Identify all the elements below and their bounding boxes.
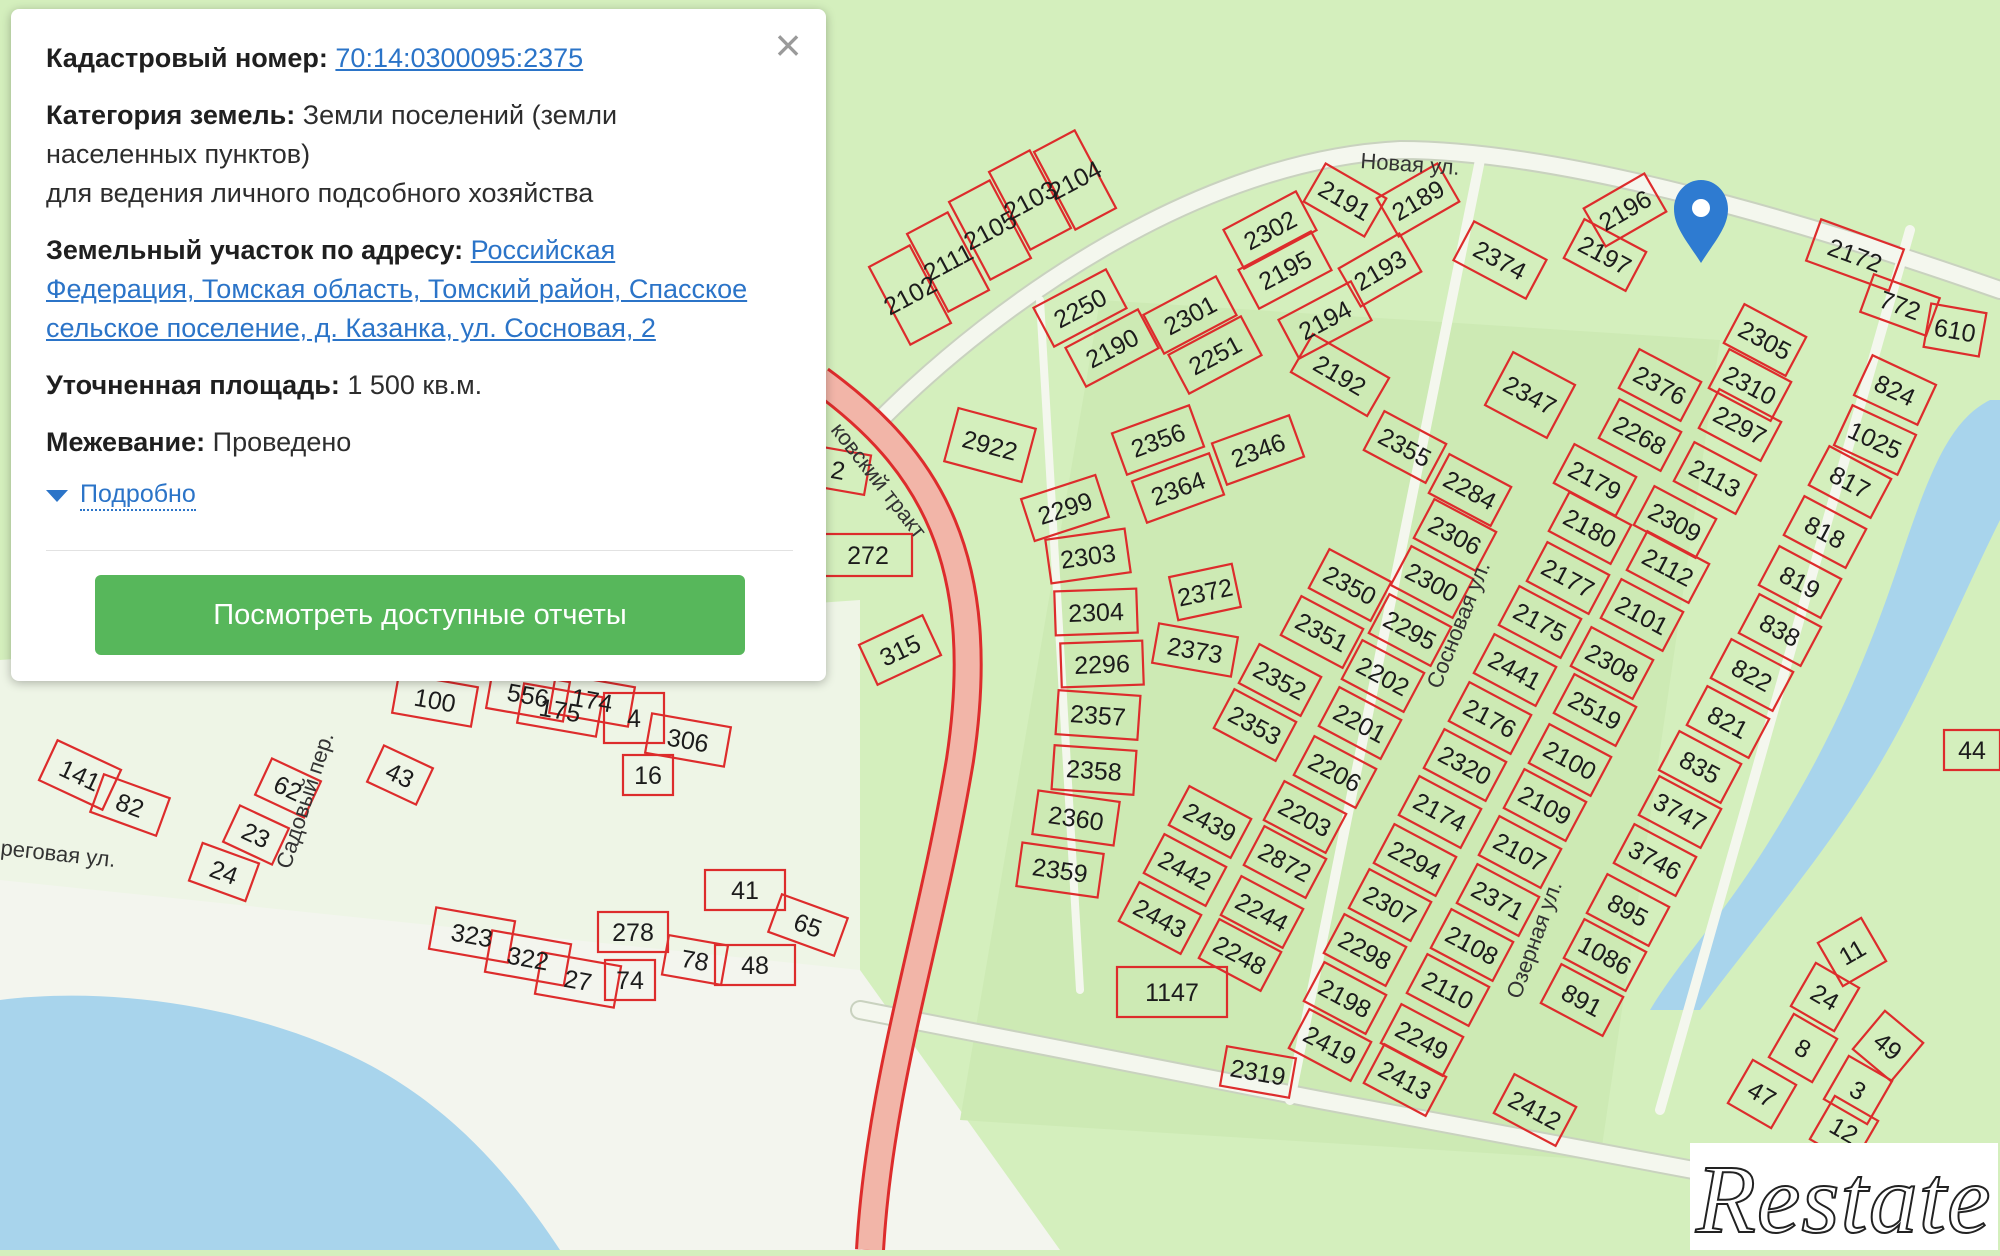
details-toggle[interactable]: Подробно xyxy=(46,480,792,511)
plot-number-label: 44 xyxy=(1958,737,1986,765)
area-label: Уточненная площадь: xyxy=(46,370,340,400)
address-label: Земельный участок по адресу: xyxy=(46,235,464,265)
survey-label: Межевание: xyxy=(46,427,206,457)
plot-number-label: 41 xyxy=(731,877,759,905)
cadastral-number-link[interactable]: 70:14:0300095:2375 xyxy=(335,43,583,73)
divider xyxy=(46,550,793,551)
view-reports-button[interactable]: Посмотреть доступные отчеты xyxy=(95,575,745,655)
address-link-3[interactable]: сельское поселение, д. Казанка, ул. Сосн… xyxy=(46,313,656,343)
plot-number-label: 1147 xyxy=(1145,979,1199,1007)
category-value-2: населенных пунктов) xyxy=(46,139,311,169)
plot-number-label: 27 xyxy=(562,965,594,997)
watermark-logo: Restate xyxy=(1690,1143,1998,1255)
survey-value: Проведено xyxy=(212,427,352,457)
parcel-info-card: × Кадастровый номер: 70:14:0300095:2375 … xyxy=(11,9,826,681)
plot-number-label: 48 xyxy=(741,952,769,980)
triangle-down-icon xyxy=(46,489,68,502)
watermark-text: Restate xyxy=(1695,1145,1992,1255)
category-row: Категория земель: Земли поселений (земли… xyxy=(46,96,792,213)
plot-number-label: 16 xyxy=(634,762,662,790)
category-value-1: Земли поселений (земли xyxy=(302,100,618,130)
plot-number-label: 4 xyxy=(627,705,641,733)
plot-number-label: 2357 xyxy=(1069,700,1126,732)
plot-number-label: 2296 xyxy=(1074,650,1131,680)
plot-number-label: 74 xyxy=(616,967,644,995)
cadastral-row: Кадастровый номер: 70:14:0300095:2375 xyxy=(46,39,792,78)
plot-number-label: 78 xyxy=(679,945,711,977)
area-row: Уточненная площадь: 1 500 кв.м. xyxy=(46,366,792,405)
category-label: Категория земель: xyxy=(46,100,296,130)
close-icon[interactable]: × xyxy=(770,22,806,68)
details-link[interactable]: Подробно xyxy=(80,480,196,511)
area-value: 1 500 кв.м. xyxy=(347,370,483,400)
survey-row: Межевание: Проведено xyxy=(46,423,792,462)
category-value-3: для ведения личного подсобного хозяйства xyxy=(46,178,594,208)
plot-number-label: 278 xyxy=(612,919,654,947)
address-link-1[interactable]: Российская xyxy=(471,235,616,265)
address-row: Земельный участок по адресу: Российская … xyxy=(46,231,792,348)
plot-number-label: 272 xyxy=(847,542,889,570)
address-link-2[interactable]: Федерация, Томская область, Томский райо… xyxy=(46,274,747,304)
plot-number-label: 2304 xyxy=(1068,598,1125,628)
plot-number-label: 2358 xyxy=(1065,755,1122,787)
cadastral-label: Кадастровый номер: xyxy=(46,43,328,73)
